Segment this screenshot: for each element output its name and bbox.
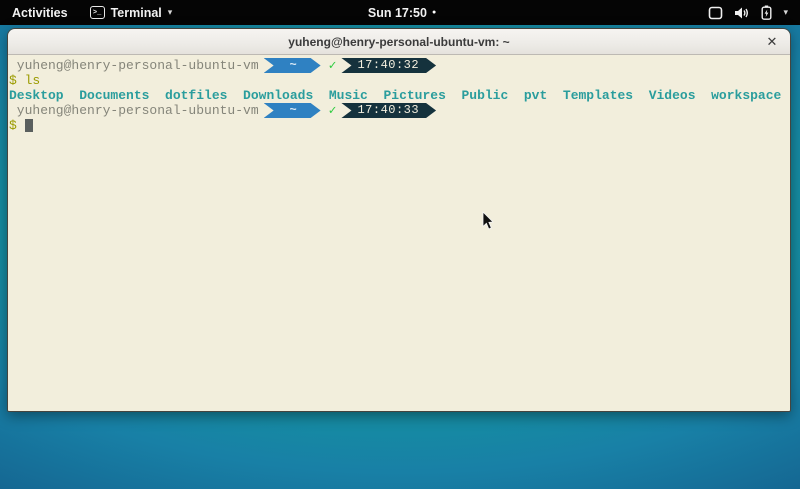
close-button[interactable]: ✕ bbox=[764, 34, 780, 50]
powerline-time-segment: 17:40:33 bbox=[341, 103, 436, 118]
command-text: ls bbox=[25, 73, 41, 88]
powerline-cwd-segment: ~ bbox=[264, 58, 321, 73]
display-icon bbox=[708, 6, 723, 20]
chevron-down-icon: ▾ bbox=[168, 7, 173, 18]
app-menu-terminal[interactable]: >_ Terminal ▾ bbox=[80, 0, 183, 25]
battery-charging-icon bbox=[761, 5, 772, 20]
prompt-line-2: yuheng@henry-personal-ubuntu-vm ~ ✓ 17:4… bbox=[9, 103, 789, 118]
desktop-screen: Activities >_ Terminal ▾ Sun 17:50 ● bbox=[0, 0, 800, 489]
text-cursor-block bbox=[25, 119, 33, 132]
system-tray-menu[interactable]: ▾ bbox=[708, 0, 800, 25]
terminal-icon: >_ bbox=[90, 6, 105, 19]
check-icon: ✓ bbox=[329, 58, 337, 73]
volume-icon bbox=[734, 6, 750, 20]
chevron-down-icon: ▾ bbox=[783, 7, 788, 18]
ls-output-line: Desktop Documents dotfiles Downloads Mus… bbox=[9, 88, 789, 103]
input-line[interactable]: $ bbox=[9, 118, 789, 133]
top-bar: Activities >_ Terminal ▾ Sun 17:50 ● bbox=[0, 0, 800, 25]
terminal-window: yuheng@henry-personal-ubuntu-vm: ~ ✕ yuh… bbox=[7, 28, 791, 412]
clock-label: Sun 17:50 bbox=[368, 6, 427, 20]
prompt-symbol: $ bbox=[9, 73, 25, 88]
prompt-user: yuheng@henry-personal-ubuntu-vm bbox=[9, 58, 259, 73]
prompt-symbol: $ bbox=[9, 118, 25, 133]
command-line: $ ls bbox=[9, 73, 789, 88]
window-titlebar[interactable]: yuheng@henry-personal-ubuntu-vm: ~ ✕ bbox=[8, 29, 790, 55]
prompt-line-1: yuheng@henry-personal-ubuntu-vm ~ ✓ 17:4… bbox=[9, 58, 789, 73]
activities-button[interactable]: Activities bbox=[0, 0, 80, 25]
app-menu-label: Terminal bbox=[111, 6, 162, 20]
terminal-content[interactable]: yuheng@henry-personal-ubuntu-vm ~ ✓ 17:4… bbox=[8, 55, 790, 411]
powerline-cwd-segment: ~ bbox=[264, 103, 321, 118]
notification-dot-icon: ● bbox=[432, 9, 436, 16]
powerline-time-segment: 17:40:32 bbox=[341, 58, 436, 73]
clock-menu[interactable]: Sun 17:50 ● bbox=[368, 0, 436, 25]
window-title: yuheng@henry-personal-ubuntu-vm: ~ bbox=[288, 35, 509, 49]
prompt-user: yuheng@henry-personal-ubuntu-vm bbox=[9, 103, 259, 118]
check-icon: ✓ bbox=[329, 103, 337, 118]
